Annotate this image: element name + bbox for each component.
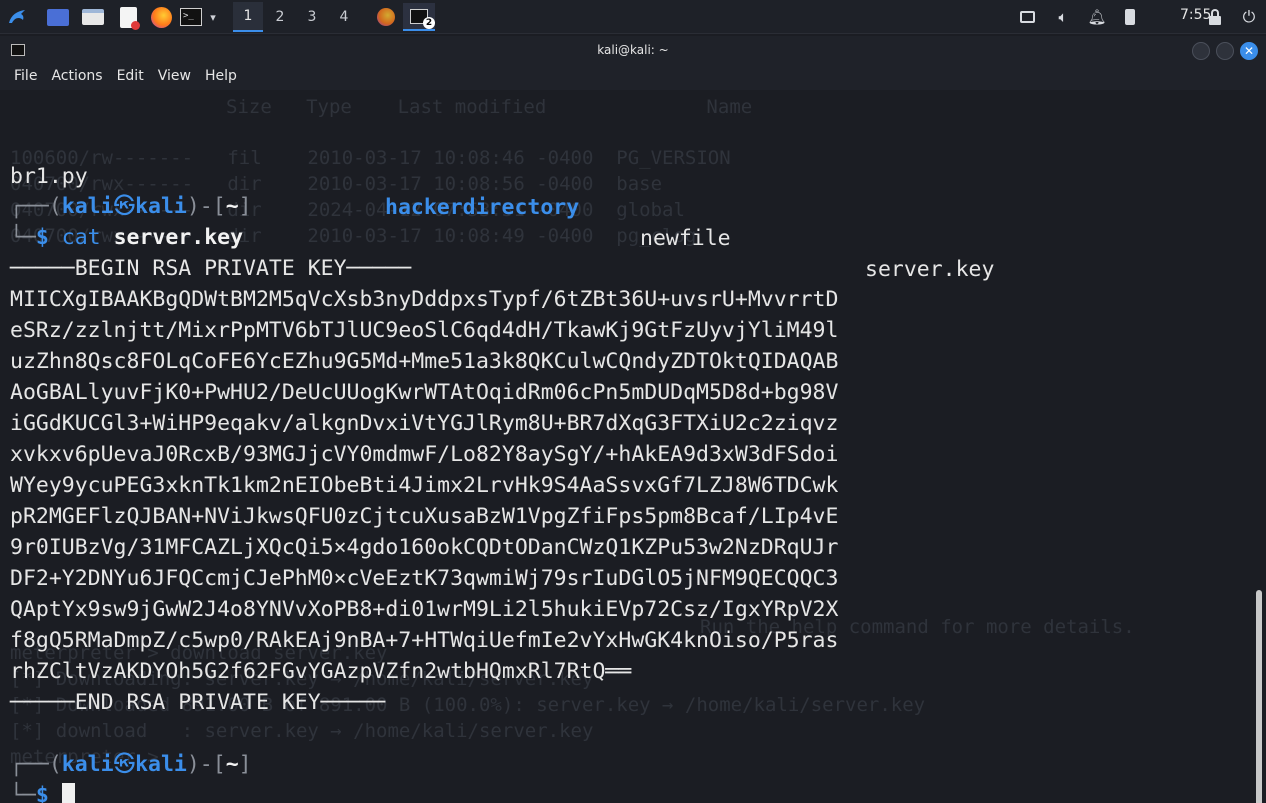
- input-line[interactable]: └─$: [10, 780, 75, 803]
- prompt-at: ㉿: [113, 194, 136, 219]
- prompt-frame: └─: [10, 783, 36, 803]
- key-line: 9r0IUBzVg/31MFCAZLjXQcQi5×4gdo160okCQDtO…: [10, 535, 839, 560]
- menu-view[interactable]: View: [151, 64, 198, 90]
- ghost-line: 100600/rw------- fil 2010-03-17 10:08:46…: [10, 147, 731, 169]
- prompt-host: kali: [135, 194, 187, 219]
- window-title: kali@kali: ~: [597, 43, 669, 57]
- key-line: QAptYx9sw9jGwW2J4o8YNVvXoPB8+di01wrM9Li2…: [10, 597, 839, 622]
- ghost-line: Size Type Last modified Name: [226, 96, 753, 118]
- prompt-frame: )-[: [186, 752, 226, 777]
- menu-help[interactable]: Help: [198, 64, 244, 90]
- key-line: iGGdKUCGl3+WiHP9eqakv/alkgnDvxiVtYGJlRym…: [10, 411, 839, 436]
- terminal-icon[interactable]: >_: [179, 4, 203, 30]
- chevron-down-icon[interactable]: ▾: [205, 4, 221, 30]
- menu-edit[interactable]: Edit: [110, 64, 151, 90]
- key-line: AoGBALlyuvFjK0+PwHU2/DeUcUUogKwrWTAtOqid…: [10, 380, 839, 405]
- close-icon: ✕: [1243, 44, 1255, 58]
- volume-icon[interactable]: 🔈︎: [1053, 7, 1073, 27]
- prompt-frame: ┌──(: [10, 194, 62, 219]
- kali-menu-icon[interactable]: [4, 4, 30, 30]
- prompt-line: ┌──(kali㉿kali)-[~]: [10, 749, 252, 780]
- taskbar: >_ ▾ 1 2 3 4 2 🔈︎ 🔔︎ 7:55 ⏻: [0, 0, 1266, 34]
- firefox-icon[interactable]: [148, 4, 174, 30]
- minimize-button[interactable]: [1192, 42, 1210, 60]
- key-line: rhZCltVzAKDYOh5G2f62FGvYGAzpVZfn2wtbHQmx…: [10, 659, 632, 684]
- prompt-dollar: $: [35, 225, 49, 250]
- command-line: └─$ cat server.key: [10, 222, 243, 253]
- ls-output: br1.py hackerdirectory newfile server.ke…: [0, 130, 994, 282]
- key-line: WYey9ycuPEG3xknTk1km2nEIObeBti4Jimx2LrvH…: [10, 473, 839, 498]
- workspace-4[interactable]: 4: [329, 2, 359, 32]
- battery-icon[interactable]: [1120, 7, 1140, 27]
- workspace-1[interactable]: 1: [233, 2, 263, 32]
- display-icon[interactable]: [1017, 7, 1037, 27]
- desktop-icon[interactable]: [46, 4, 70, 30]
- close-button[interactable]: ✕: [1240, 42, 1258, 60]
- dir-hackerdirectory: hackerdirectory: [385, 195, 580, 220]
- power-icon[interactable]: ⏻: [1239, 7, 1259, 27]
- menu-bar: File Actions Edit View Help: [0, 64, 1266, 90]
- firefox-task-icon[interactable]: [372, 4, 400, 30]
- menu-file[interactable]: File: [0, 64, 44, 90]
- terminal-window: kali@kali: ~ ✕ File Actions Edit View He…: [0, 36, 1266, 803]
- prompt-user: kali: [61, 194, 114, 219]
- terminal-icon: 2: [410, 8, 435, 29]
- prompt-frame: ┌──(: [10, 752, 62, 777]
- prompt-line: ┌──(kali㉿kali)-[~]: [10, 191, 252, 222]
- terminal-task-button[interactable]: 2: [403, 3, 435, 31]
- key-footer: ─────END RSA PRIVATE KEY─────: [10, 690, 386, 715]
- command-name: cat: [61, 225, 101, 250]
- ghost-line: [*] download : server.key → /home/kali/s…: [10, 720, 594, 742]
- prompt-dollar: $: [35, 783, 49, 803]
- menu-actions[interactable]: Actions: [44, 64, 109, 90]
- title-bar[interactable]: kali@kali: ~ ✕: [0, 36, 1266, 64]
- file-server-key: server.key: [865, 257, 995, 282]
- maximize-button[interactable]: [1216, 42, 1234, 60]
- workspace-2[interactable]: 2: [265, 2, 295, 32]
- prompt-at: ㉿: [113, 752, 136, 777]
- prompt-frame: └─: [10, 225, 36, 250]
- key-line: eSRz/zzlnjtt/MixrPpMTV6bTJlUC9eoSlC6qd4d…: [10, 318, 839, 343]
- terminal-output[interactable]: Size Type Last modified Name 100600/rw--…: [0, 92, 1250, 803]
- file-newfile: newfile: [640, 226, 731, 251]
- scrollbar[interactable]: [1256, 590, 1262, 803]
- key-line: DF2+Y2DNYu6JFQCcmjCJePhM0×cVeEztK73qwmiW…: [10, 566, 839, 591]
- file-br1: br1.py: [10, 164, 88, 189]
- lock-icon[interactable]: [1205, 7, 1225, 27]
- window-count-badge: 2: [423, 16, 435, 29]
- prompt-dir: ~: [225, 194, 239, 219]
- file-manager-icon[interactable]: [80, 4, 106, 30]
- key-line: MIICXgIBAAKBgQDWtBM2M5qVcXsb3nyDddpxsTyp…: [10, 287, 839, 312]
- command-arg: server.key: [113, 225, 244, 250]
- bell-icon[interactable]: 🔔︎: [1087, 7, 1107, 27]
- workspace-3[interactable]: 3: [297, 2, 327, 32]
- key-header: ─────BEGIN RSA PRIVATE KEY─────: [10, 256, 412, 281]
- prompt-frame: ]: [238, 194, 252, 219]
- prompt-frame: ]: [238, 752, 252, 777]
- prompt-dir: ~: [225, 752, 239, 777]
- text-cursor: [61, 782, 75, 803]
- key-line: xvkxv6pUevaJ0RcxB/93MGJjcVY0mdmwF/Lo82Y8…: [10, 442, 839, 467]
- prompt-frame: )-[: [186, 194, 226, 219]
- key-line: pR2MGEFlzQJBAN+NViJkwsQFU0zCjtcuXusaBzW1…: [10, 504, 839, 529]
- text-editor-icon[interactable]: [116, 4, 140, 30]
- prompt-host: kali: [135, 752, 187, 777]
- key-line: f8gQ5RMaDmpZ/c5wp0/RAkEAj9nBA+7+HTWqiUef…: [10, 628, 839, 653]
- key-line: uzZhn8Qsc8FOLqCoFE6YcEZhu9G5Md+Mme51a3k8…: [10, 349, 839, 374]
- prompt-user: kali: [61, 752, 114, 777]
